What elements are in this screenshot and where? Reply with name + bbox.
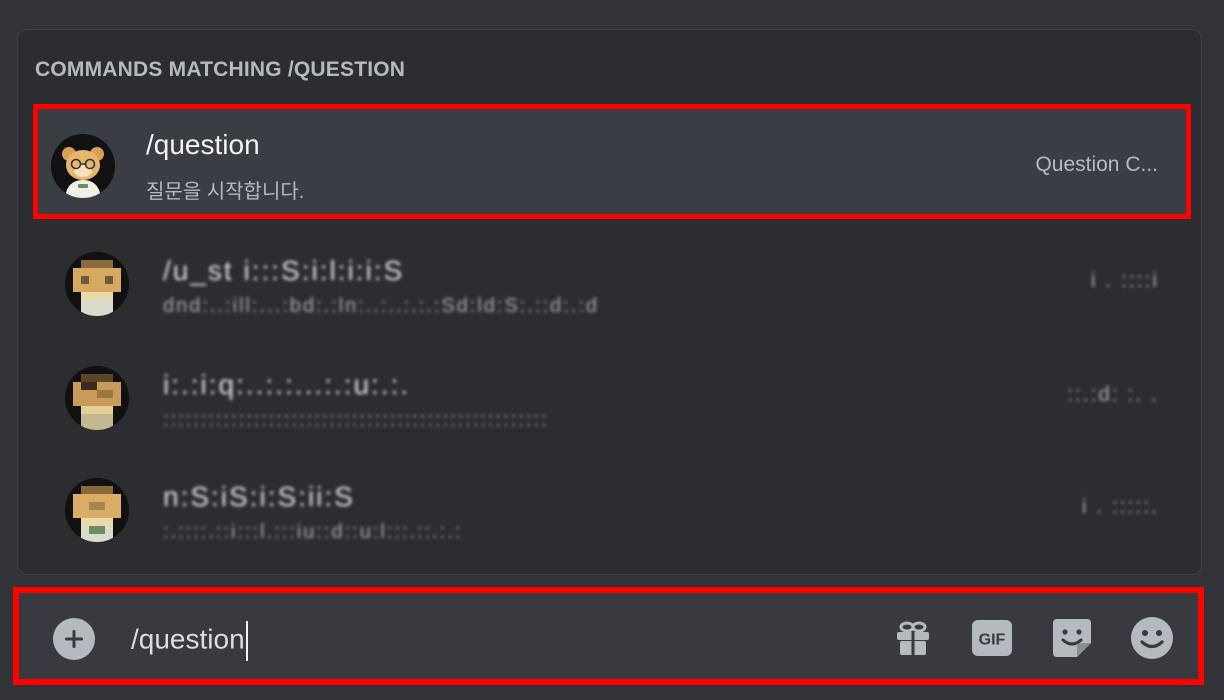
bot-avatar	[65, 478, 129, 542]
message-input-value: /question	[131, 623, 245, 655]
command-option-question[interactable]: /question 질문을 시작합니다. Question C...	[33, 104, 1191, 219]
sticker-icon[interactable]	[1050, 616, 1094, 660]
command-option[interactable]: n:S:iS:i:S:ii:S :.::::.::i:::l.:::iu::d:…	[33, 445, 1191, 560]
command-source: Question C...	[1035, 153, 1158, 176]
command-name: /u_st i:::S:i:l:i:i:S	[163, 255, 405, 286]
bot-avatar	[65, 366, 129, 430]
command-description: 질문을 시작합니다.	[146, 181, 305, 203]
command-option[interactable]: /u_st i:::S:i:l:i:i:S dnd:..:ill:...:bd:…	[33, 219, 1191, 334]
bot-avatar	[65, 252, 129, 316]
command-autocomplete-popup: COMMANDS MATCHING /QUESTION /question 질문…	[17, 29, 1202, 575]
command-description: :.::::.::i:::l.:::iu::d::u:l:::.::.:.:	[163, 521, 463, 543]
command-name: n:S:iS:i:S:ii:S	[163, 481, 355, 512]
text-caret	[245, 621, 248, 661]
gif-icon[interactable]: GIF	[970, 616, 1014, 660]
command-name: /question	[146, 129, 260, 160]
command-name: i:.:i:q:..:.:...:.:u:.:.	[163, 369, 411, 400]
command-description: dnd:..:ill:...:bd:.:ln:..:..:.:.:Sd:ld:S…	[163, 295, 599, 317]
popup-header: COMMANDS MATCHING /QUESTION	[35, 58, 406, 81]
command-source: i . ::::i	[1090, 269, 1159, 292]
emoji-icon[interactable]	[1130, 616, 1174, 660]
plus-circle-icon[interactable]	[53, 618, 95, 660]
gif-label: GIF	[979, 632, 1006, 649]
command-description: ::::::::::::::::::::::::::::::::::::::::…	[163, 409, 549, 431]
command-source: ::.:d: :. .	[1066, 383, 1159, 406]
command-source: i . :::::.	[1081, 495, 1159, 518]
command-option[interactable]: i:.:i:q:..:.:...:.:u:.:. :::::::::::::::…	[33, 333, 1191, 448]
gift-icon[interactable]	[891, 616, 935, 660]
message-composer[interactable]: /question GIF	[13, 587, 1204, 685]
message-input[interactable]: /question	[131, 621, 248, 661]
bot-avatar	[51, 134, 115, 198]
